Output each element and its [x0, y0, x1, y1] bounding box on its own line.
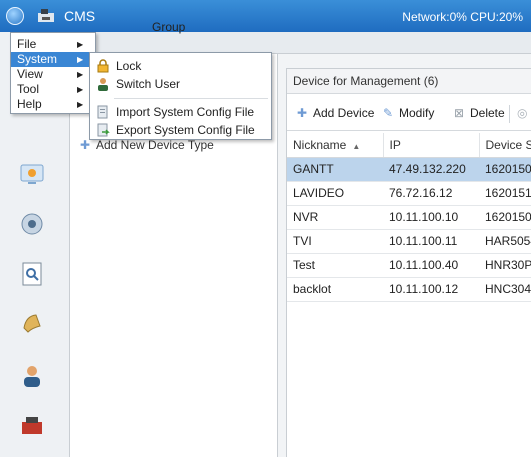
submenu-item-switch-user[interactable]: Switch User: [90, 75, 271, 93]
table-row[interactable]: TVI 10.11.100.11 HAR5054: [287, 229, 531, 254]
app-menu-icon[interactable]: [6, 7, 24, 25]
plus-icon: ✚: [80, 138, 91, 152]
cell-serial: HAR5054: [479, 229, 531, 254]
table-header-row: Nickname ▲ IP Device S: [287, 133, 531, 158]
menu-item-file[interactable]: File ▶: [11, 37, 95, 52]
record-icon[interactable]: [18, 412, 46, 440]
cell-nickname: backlot: [287, 277, 383, 302]
user-icon[interactable]: [18, 362, 46, 390]
cell-nickname: TVI: [287, 229, 383, 254]
system-submenu: Lock Switch User Import System Config Fi…: [89, 52, 272, 140]
menu-item-help[interactable]: Help ▶: [11, 97, 95, 112]
lock-icon: [97, 59, 109, 73]
top-tabs: [70, 32, 531, 54]
menu-item-view[interactable]: View ▶: [11, 67, 95, 82]
cell-ip: 10.11.100.12: [383, 277, 479, 302]
column-header-serial[interactable]: Device S: [479, 133, 531, 158]
live-view-icon[interactable]: [18, 160, 46, 188]
column-header-nickname[interactable]: Nickname ▲: [287, 133, 384, 158]
device-management-icon[interactable]: [18, 210, 46, 238]
table-row[interactable]: LAVIDEO 76.72.16.12 1620151: [287, 181, 531, 206]
table-row[interactable]: NVR 10.11.100.10 1620150: [287, 205, 531, 230]
cell-serial: 1620151: [479, 181, 531, 206]
plus-icon: ✚: [296, 106, 308, 120]
cell-nickname: GANTT: [287, 157, 383, 182]
delete-button[interactable]: ⊠ Delete: [452, 106, 505, 120]
chevron-right-icon: ▶: [77, 40, 84, 49]
table-row[interactable]: Test 10.11.100.40 HNR30P: [287, 253, 531, 278]
table-row[interactable]: backlot 10.11.100.12 HNC304: [287, 277, 531, 302]
switch-user-icon: [98, 78, 108, 91]
pencil-icon: ✎: [382, 106, 394, 120]
alarm-icon[interactable]: [18, 310, 46, 338]
cell-nickname: NVR: [287, 205, 383, 230]
cell-serial: HNR30P: [479, 253, 531, 278]
cell-ip: 76.72.16.12: [383, 181, 479, 206]
cell-serial: 1620150: [479, 205, 531, 230]
menu-item-tool[interactable]: Tool ▶: [11, 82, 95, 97]
cell-ip: 10.11.100.40: [383, 253, 479, 278]
network-cpu-status: Network:0% CPU:20%: [402, 10, 523, 24]
cell-ip: 10.11.100.11: [383, 229, 479, 254]
submenu-item-export-config[interactable]: Export System Config File: [90, 121, 271, 139]
column-header-ip[interactable]: IP: [383, 133, 480, 158]
main-menu: File ▶ System ▶ View ▶ Tool ▶ Help ▶: [10, 32, 96, 114]
menu-separator: [114, 98, 268, 99]
cell-ip: 10.11.100.10: [383, 205, 479, 230]
chevron-right-icon: ▶: [77, 85, 84, 94]
export-config-icon: [97, 123, 110, 137]
cell-serial: HNC304: [479, 277, 531, 302]
cell-ip: 47.49.132.220: [383, 157, 479, 182]
sort-ascending-icon: ▲: [352, 141, 361, 151]
app-title: CMS: [64, 8, 96, 24]
delete-icon: ⊠: [453, 106, 465, 120]
title-bar: CMS Network:0% CPU:20%: [0, 0, 531, 32]
menu-item-system[interactable]: System ▶: [11, 52, 95, 67]
chevron-right-icon: ▶: [77, 55, 84, 64]
add-device-type-item[interactable]: ✚ Add New Device Type: [80, 138, 214, 152]
modify-button[interactable]: ✎ Modify: [381, 106, 434, 120]
submenu-item-lock[interactable]: Lock: [90, 57, 271, 75]
more-icon[interactable]: ◎: [517, 106, 527, 120]
device-toolbar: ✚ Add Device ✎ Modify ⊠ Delete ◎: [287, 97, 531, 131]
search-icon[interactable]: [18, 260, 46, 288]
toolbar-separator: [509, 105, 510, 123]
device-management-panel: Device for Management (6) ✚ Add Device ✎ M…: [286, 68, 531, 457]
tab-group[interactable]: Group: [152, 20, 185, 34]
cell-nickname: Test: [287, 253, 383, 278]
import-config-icon: [97, 105, 108, 119]
add-device-button[interactable]: ✚ Add Device: [295, 106, 374, 120]
chevron-right-icon: ▶: [77, 100, 84, 109]
table-row[interactable]: GANTT 47.49.132.220 1620150: [287, 157, 531, 182]
device-table: Nickname ▲ IP Device S GANTT 47.49.132.22…: [287, 133, 531, 302]
cell-nickname: LAVIDEO: [287, 181, 383, 206]
cms-logo-icon: [38, 9, 54, 22]
cell-serial: 1620150: [479, 157, 531, 182]
submenu-item-import-config[interactable]: Import System Config File: [90, 103, 271, 121]
add-device-type-label: Add New Device Type: [96, 138, 214, 152]
chevron-right-icon: ▶: [77, 70, 84, 79]
panel-title: Device for Management (6): [293, 74, 439, 88]
